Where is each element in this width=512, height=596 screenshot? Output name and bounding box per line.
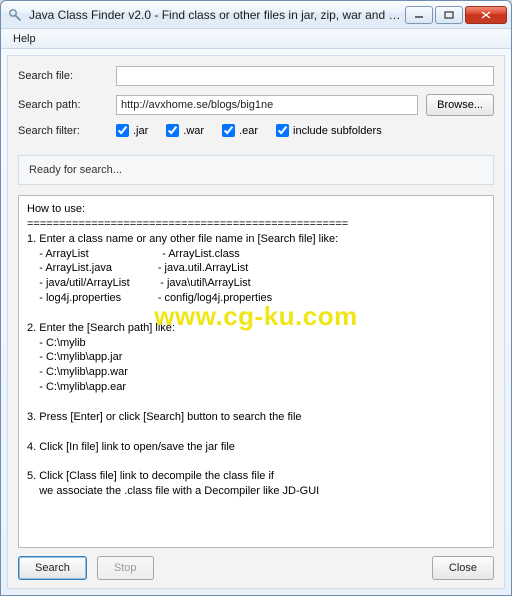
search-filter-label: Search filter: [18, 125, 116, 137]
filter-subfolders-checkbox[interactable] [276, 124, 289, 137]
search-file-label: Search file: [18, 70, 116, 82]
menubar: Help [1, 29, 511, 49]
filter-subfolders-label: include subfolders [293, 125, 382, 137]
row-search-path: Search path: Browse... [18, 94, 494, 116]
search-path-label: Search path: [18, 99, 116, 111]
filter-war-label: .war [183, 125, 204, 137]
filter-jar-label: .jar [133, 125, 148, 137]
close-button[interactable]: Close [432, 556, 494, 580]
search-button[interactable]: Search [18, 556, 87, 580]
button-bar: Search Stop Close [18, 556, 494, 580]
filter-ear-checkbox[interactable] [222, 124, 235, 137]
filter-war-checkbox[interactable] [166, 124, 179, 137]
menu-help[interactable]: Help [7, 31, 42, 47]
search-file-input[interactable] [116, 66, 494, 86]
filter-jar[interactable]: .jar [116, 124, 148, 137]
search-path-input[interactable] [116, 95, 418, 115]
maximize-button[interactable] [435, 6, 463, 24]
app-icon [7, 7, 23, 23]
browse-button[interactable]: Browse... [426, 94, 494, 116]
filter-subfolders[interactable]: include subfolders [276, 124, 382, 137]
stop-button[interactable]: Stop [97, 556, 154, 580]
row-search-filter: Search filter: .jar .war .ear include su… [18, 124, 494, 137]
app-window: Java Class Finder v2.0 - Find class or o… [0, 0, 512, 596]
status-text: Ready for search... [18, 155, 494, 185]
client-area: Search file: Search path: Browse... Sear… [7, 55, 505, 589]
minimize-button[interactable] [405, 6, 433, 24]
filter-group: .jar .war .ear include subfolders [116, 124, 382, 137]
filter-war[interactable]: .war [166, 124, 204, 137]
filter-jar-checkbox[interactable] [116, 124, 129, 137]
filter-ear[interactable]: .ear [222, 124, 258, 137]
close-window-button[interactable] [465, 6, 507, 24]
help-textarea[interactable]: How to use: ============================… [18, 195, 494, 548]
window-title: Java Class Finder v2.0 - Find class or o… [29, 8, 405, 22]
titlebar[interactable]: Java Class Finder v2.0 - Find class or o… [1, 1, 511, 29]
row-search-file: Search file: [18, 66, 494, 86]
filter-ear-label: .ear [239, 125, 258, 137]
window-controls [405, 6, 507, 24]
